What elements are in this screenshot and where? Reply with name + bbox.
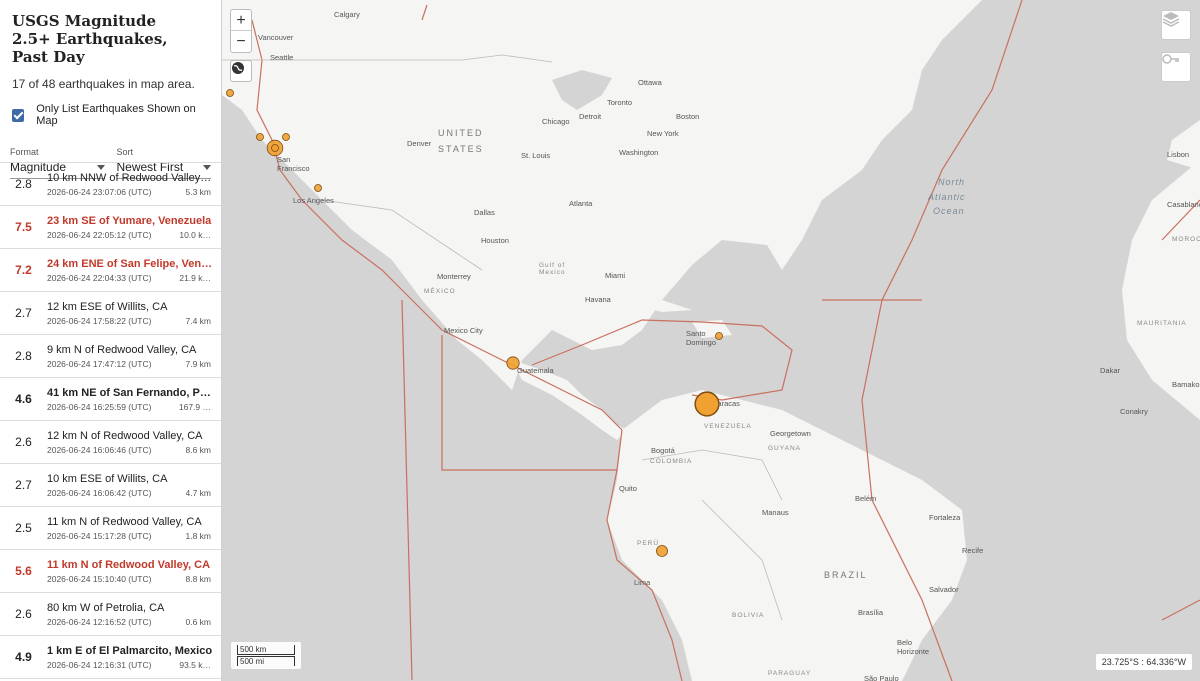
depth: 8.8 km [185,573,211,584]
place: 41 km NE of San Fernando, Peru [47,386,213,399]
magnitude: 2.5 [15,521,32,535]
place: 23 km SE of Yumare, Venezuela [47,214,212,227]
place: 12 km ESE of Willits, CA [47,300,168,313]
magnitude: 2.6 [15,435,32,449]
zoom-out-button[interactable]: − [231,31,251,52]
magnitude: 5.6 [15,564,32,578]
list-item[interactable]: 2.7 12 km ESE of Willits, CA 2026-06-24 17… [0,292,221,335]
place: 11 km N of Redwood Valley, CA [47,558,211,571]
magnitude: 2.7 [15,306,32,320]
key-icon[interactable] [1161,52,1191,82]
time: 2026-06-24 17:47:12 (UTC) [47,358,152,369]
list-item[interactable]: 2.5 11 km N of Redwood Valley, CA 2026-06-… [0,507,221,550]
list-item[interactable]: 2.6 12 km N of Redwood Valley, CA 2026-06-… [0,421,221,464]
depth: 93.5 k… [179,659,211,670]
time: 2026-06-24 15:10:40 (UTC) [47,573,152,584]
place: 80 km W of Petrolia, CA [47,601,165,614]
list-item[interactable]: 4.6 41 km NE of San Fernando, Peru 2026-06… [0,378,221,421]
depth: 7.4 km [185,315,211,326]
map[interactable]: Calgary Vancouver Seattle San Francisco Los … [222,0,1200,681]
place: 11 km N of Redwood Valley, CA [47,515,202,528]
depth: 5.3 km [185,186,211,197]
magnitude: 2.7 [15,478,32,492]
magnitude: 4.9 [15,650,32,664]
depth: 167.9 … [178,401,211,412]
list-item[interactable]: 2.8 10 km NNW of Redwood Valley… 2026-06-2… [0,163,221,206]
map-filter-checkbox-label[interactable]: Only List Earthquakes Shown on Map [36,103,209,127]
time: 2026-06-24 12:16:52 (UTC) [47,616,152,627]
list-item[interactable]: 2.8 9 km N of Redwood Valley, CA 2026-06-2… [0,335,221,378]
earthquake-marker[interactable] [271,144,279,152]
magnitude: 4.6 [15,392,32,406]
list-item[interactable]: 2.6 80 km W of Petrolia, CA 2026-06-24 12:… [0,593,221,636]
magnitude: 2.8 [15,177,32,191]
magnitude: 2.8 [15,349,32,363]
magnitude: 2.6 [15,607,32,621]
time: 2026-06-24 22:04:33 (UTC) [47,272,152,283]
place: 12 km N of Redwood Valley, CA [47,429,203,442]
earthquake-marker[interactable] [715,332,723,340]
time: 2026-06-24 12:16:31 (UTC) [47,659,152,670]
depth: 7.9 km [185,358,211,369]
list-item[interactable]: 2.7 10 km ESE of Willits, CA 2026-06-24 16… [0,464,221,507]
depth: 8.6 km [185,444,211,455]
map-filter-checkbox[interactable] [12,108,25,122]
time: 2026-06-24 17:58:22 (UTC) [47,315,152,326]
sort-caption: Sort [116,147,134,157]
zoom-in-button[interactable]: + [231,10,251,31]
depth: 4.7 km [185,487,211,498]
place: 1 km E of El Palmarcito, Mexico [47,644,213,657]
depth: 10.0 k… [179,229,211,240]
time: 2026-06-24 23:07:06 (UTC) [47,186,152,197]
earthquake-marker[interactable] [656,545,668,557]
cursor-coordinates: 23.725°S : 64.336°W [1095,654,1192,670]
scale-mi: 500 mi [237,656,295,666]
page-title: USGS Magnitude 2.5+ Earthquakes, Past Da… [12,12,168,66]
depth: 21.9 k… [179,272,211,283]
earthquake-marker[interactable] [282,133,290,141]
layers-icon[interactable] [1161,10,1191,40]
list-item[interactable]: 5.6 11 km N of Redwood Valley, CA 2026-06-… [0,550,221,593]
map-scale: 500 km 500 mi [231,642,301,669]
list-item[interactable]: 7.5 23 km SE of Yumare, Venezuela 2026-06-… [0,206,221,249]
earthquake-marker[interactable] [226,89,234,97]
zoom-control[interactable]: + − [230,9,252,53]
list-item[interactable]: 7.2 24 km ENE of San Felipe, Vene… 2026-06… [0,249,221,292]
time: 2026-06-24 16:06:42 (UTC) [47,487,152,498]
list-item[interactable]: 4.9 1 km E of El Palmarcito, Mexico 2026-0… [0,636,221,679]
time: 2026-06-24 15:17:28 (UTC) [47,530,152,541]
magnitude: 7.2 [15,263,32,277]
depth: 1.8 km [185,530,211,541]
earthquake-count: 17 of 48 earthquakes in map area. [12,77,195,91]
time: 2026-06-24 16:25:59 (UTC) [47,401,152,412]
time: 2026-06-24 22:05:12 (UTC) [47,229,152,240]
scale-km: 500 km [237,645,295,655]
place: 10 km NNW of Redwood Valley… [47,171,212,184]
place: 24 km ENE of San Felipe, Vene… [47,257,213,270]
place: 9 km N of Redwood Valley, CA [47,343,197,356]
earthquake-marker[interactable] [506,356,520,370]
earthquake-marker[interactable] [695,392,719,416]
earthquake-marker[interactable] [314,184,322,192]
map-filter-checkbox-row[interactable]: Only List Earthquakes Shown on Map [0,91,221,127]
format-caption: Format [10,147,39,157]
globe-icon[interactable] [230,60,252,82]
sidebar: USGS Magnitude 2.5+ Earthquakes, Past Da… [0,0,222,681]
earthquake-list: 2.8 10 km NNW of Redwood Valley… 2026-06-2… [0,162,221,679]
time: 2026-06-24 16:06:46 (UTC) [47,444,152,455]
earthquake-marker[interactable] [256,133,264,141]
earthquake-markers [226,89,723,557]
place: 10 km ESE of Willits, CA [47,472,168,485]
magnitude: 7.5 [15,220,32,234]
depth: 0.6 km [185,616,211,627]
